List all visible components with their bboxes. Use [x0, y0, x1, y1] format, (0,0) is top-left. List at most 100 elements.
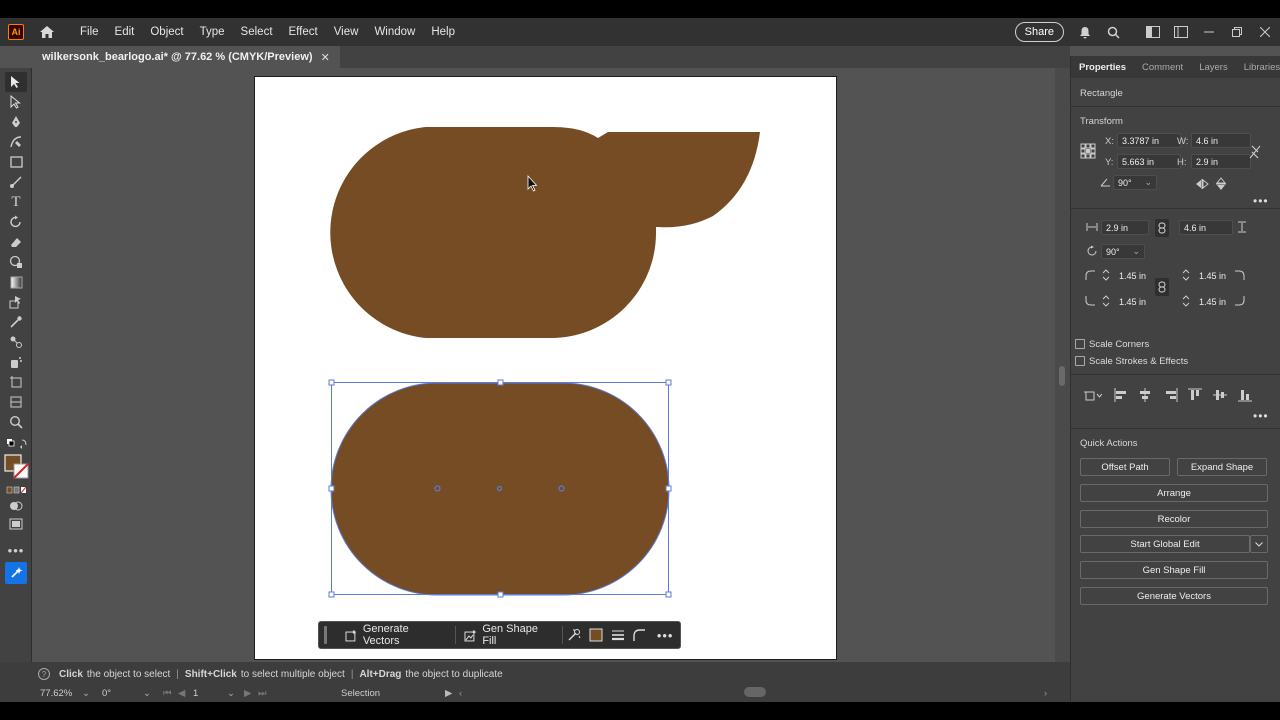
color-mode-icons[interactable] [5, 482, 29, 498]
corner-bottom-right-stepper-icon[interactable] [1181, 294, 1191, 308]
eyedropper-tool-icon[interactable] [7, 314, 25, 330]
rotate-angle-field[interactable]: 90° ⌄ [1113, 175, 1157, 190]
arrange-documents-icon[interactable] [1172, 23, 1190, 41]
generate-vectors-panel-button[interactable]: Generate Vectors [1080, 587, 1268, 605]
tab-comment[interactable]: Comment [1134, 62, 1191, 73]
artboard-dropdown-icon[interactable]: ⌄ [227, 688, 235, 699]
fill-color-swatch[interactable] [585, 621, 607, 649]
global-edit-dropdown-icon[interactable] [1250, 535, 1268, 553]
menu-help[interactable]: Help [423, 26, 463, 38]
flip-vertical-icon[interactable] [1215, 177, 1227, 191]
rect-angle-field[interactable]: 90° ⌄ [1101, 244, 1145, 259]
align-right-icon[interactable] [1163, 387, 1179, 403]
eraser-tool-icon[interactable] [7, 234, 25, 250]
corner-top-right-stepper-icon[interactable] [1181, 268, 1191, 282]
scroll-right-icon[interactable]: › [1044, 688, 1047, 699]
expand-shape-button[interactable]: Expand Shape [1177, 458, 1267, 476]
artboard-number[interactable]: 1 [193, 688, 198, 699]
rect-width-field[interactable]: 2.9 in [1101, 220, 1149, 235]
close-icon[interactable] [1256, 23, 1274, 41]
tab-layers[interactable]: Layers [1191, 62, 1236, 73]
selection-tool-icon[interactable] [5, 72, 27, 92]
gen-shape-fill-button[interactable]: Gen Shape Fill [456, 621, 562, 649]
align-left-icon[interactable] [1113, 387, 1129, 403]
type-tool-icon[interactable]: T [7, 194, 25, 210]
recolor-icon[interactable] [563, 621, 585, 649]
link-dimensions-icon[interactable] [1155, 219, 1169, 237]
transform-more-options-icon[interactable]: ••• [1253, 194, 1269, 208]
rectangle-tool-icon[interactable] [7, 154, 25, 170]
previous-artboard-icon[interactable]: ◀ [178, 688, 185, 699]
menu-window[interactable]: Window [366, 26, 423, 38]
screen-mode-icon[interactable] [7, 516, 25, 532]
corner-top-right-field[interactable]: 1.45 in [1195, 268, 1235, 283]
first-artboard-icon[interactable]: ⏮ [163, 688, 172, 699]
rotation-dropdown-icon[interactable]: ⌄ [143, 688, 151, 699]
more-tools-icon[interactable]: ••• [7, 542, 25, 558]
align-more-options-icon[interactable]: ••• [1253, 409, 1269, 423]
reference-point-icon[interactable] [1079, 142, 1097, 160]
start-global-edit-button[interactable]: Start Global Edit [1080, 535, 1250, 553]
y-position-field[interactable]: 5.663 in [1117, 154, 1181, 169]
bell-icon[interactable] [1076, 23, 1094, 41]
menu-edit[interactable]: Edit [107, 26, 143, 38]
flip-horizontal-icon[interactable] [1195, 178, 1209, 190]
scale-tool-icon[interactable] [7, 254, 25, 270]
direct-selection-tool-icon[interactable] [7, 94, 25, 110]
draw-mode-icon[interactable] [7, 498, 25, 514]
menu-type[interactable]: Type [192, 26, 233, 38]
restore-icon[interactable] [1228, 23, 1246, 41]
gen-shape-fill-panel-button[interactable]: Gen Shape Fill [1080, 561, 1268, 579]
status-menu-arrow-icon[interactable]: ▶ [445, 688, 452, 699]
scale-corners-checkbox[interactable] [1075, 339, 1085, 349]
close-tab-icon[interactable]: ✕ [321, 51, 330, 64]
constrain-proportions-icon[interactable] [1247, 144, 1263, 160]
link-corners-icon[interactable] [1155, 278, 1169, 296]
horizontal-scrollbar-thumb[interactable] [744, 687, 766, 697]
scale-strokes-checkbox[interactable] [1075, 356, 1085, 366]
rotate-tool-icon[interactable] [7, 214, 25, 230]
width-field[interactable]: 4.6 in [1191, 133, 1251, 148]
paintbrush-tool-icon[interactable] [7, 174, 25, 190]
zoom-tool-icon[interactable] [7, 414, 25, 430]
fill-stroke-swatch[interactable] [4, 454, 30, 480]
menu-select[interactable]: Select [233, 26, 281, 38]
menu-file[interactable]: File [72, 26, 107, 38]
corner-top-left-stepper-icon[interactable] [1101, 268, 1111, 282]
share-button[interactable]: Share [1014, 22, 1064, 42]
next-artboard-icon[interactable]: ▶ [244, 688, 251, 699]
minimize-icon[interactable] [1200, 23, 1218, 41]
align-top-icon[interactable] [1187, 387, 1203, 403]
scroll-left-icon[interactable]: ‹ [459, 688, 462, 699]
x-position-field[interactable]: 3.3787 in [1117, 133, 1181, 148]
corner-bottom-left-field[interactable]: 1.45 in [1115, 294, 1155, 309]
menu-effect[interactable]: Effect [281, 26, 326, 38]
rect-angle-dropdown-icon[interactable]: ⌄ [1132, 246, 1140, 257]
default-colors-icon[interactable] [5, 436, 29, 452]
workspace-icon[interactable] [1144, 23, 1162, 41]
align-vertical-center-icon[interactable] [1212, 387, 1228, 403]
scrollbar-thumb[interactable] [1059, 366, 1065, 386]
arrange-button[interactable]: Arrange [1080, 484, 1268, 502]
top-brown-shape[interactable] [330, 127, 760, 338]
artwork-layer[interactable] [33, 68, 1055, 662]
corner-top-left-field[interactable]: 1.45 in [1115, 268, 1155, 283]
align-bottom-icon[interactable] [1237, 387, 1253, 403]
search-icon[interactable] [1104, 23, 1122, 41]
corner-bottom-left-stepper-icon[interactable] [1101, 294, 1111, 308]
recolor-button[interactable]: Recolor [1080, 510, 1268, 528]
menu-view[interactable]: View [326, 26, 367, 38]
symbol-sprayer-tool-icon[interactable] [7, 354, 25, 370]
slice-tool-icon[interactable] [7, 394, 25, 410]
menu-object[interactable]: Object [142, 26, 191, 38]
pen-tool-icon[interactable] [7, 114, 25, 130]
zoom-level[interactable]: 77.62% [40, 688, 72, 699]
align-to-icon[interactable] [1083, 387, 1103, 403]
document-tab[interactable]: wilkersonk_bearlogo.ai* @ 77.62 % (CMYK/… [32, 46, 340, 68]
tab-libraries[interactable]: Libraries [1236, 62, 1280, 73]
angle-dropdown-icon[interactable]: ⌄ [1144, 177, 1152, 188]
last-artboard-icon[interactable]: ⏭ [258, 688, 267, 699]
gradient-tool-icon[interactable] [7, 274, 25, 290]
home-icon[interactable] [38, 23, 56, 41]
height-field[interactable]: 2.9 in [1191, 154, 1251, 169]
